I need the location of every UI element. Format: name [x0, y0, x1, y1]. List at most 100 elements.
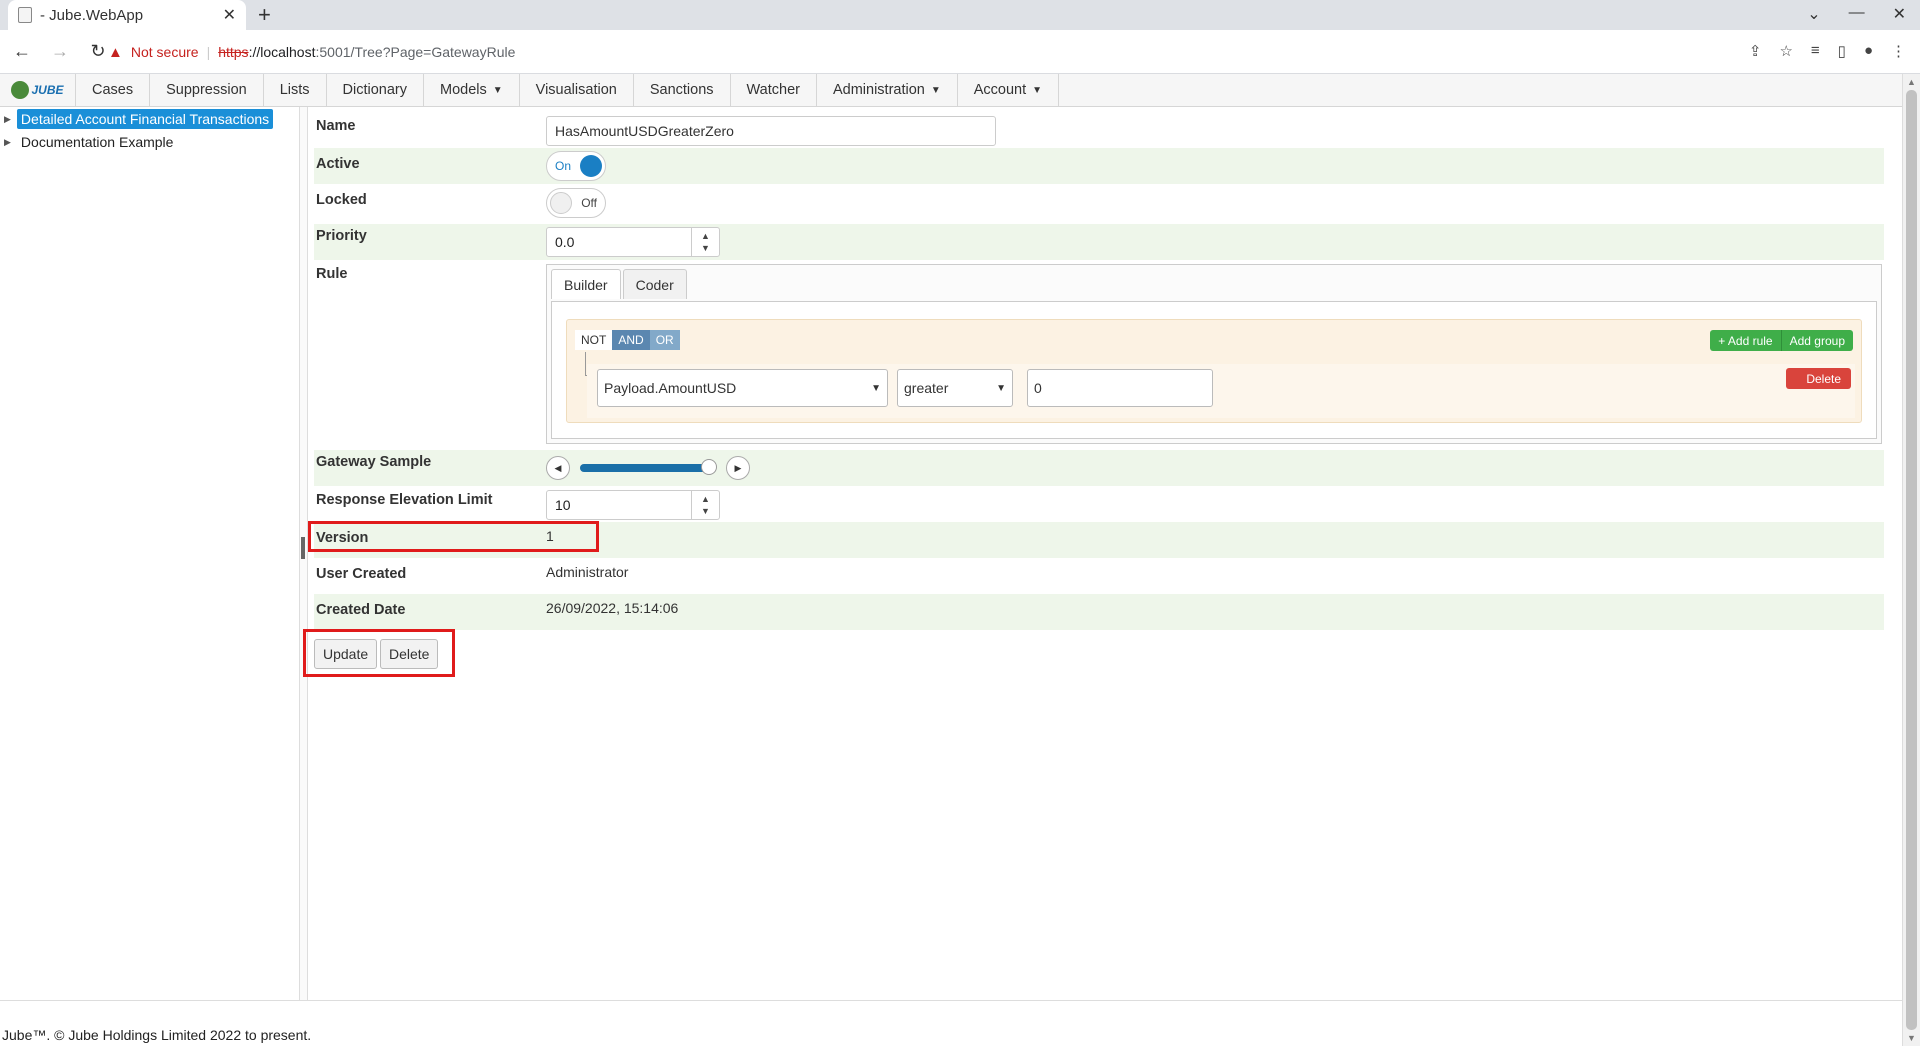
spin-down-icon: ▼ [701, 243, 710, 253]
priority-label: Priority [316, 228, 367, 244]
buttons-highlight-box [303, 629, 455, 677]
profile-icon[interactable]: ● [1864, 42, 1873, 60]
locked-label: Locked [316, 192, 367, 208]
footer-text: Jube™. © Jube Holdings Limited 2022 to p… [2, 1027, 312, 1043]
created-date-row: Created Date 26/09/2022, 15:14:06 [314, 594, 1884, 630]
response-limit-row: Response Elevation Limit 10 ▲ ▼ [314, 486, 1884, 522]
created-date-label: Created Date [316, 602, 406, 618]
dropdown-caret-icon: ▼ [1032, 84, 1043, 96]
entity-tree: ▶ Detailed Account Financial Transaction… [0, 107, 300, 1000]
gateway-sample-label: Gateway Sample [316, 454, 432, 470]
nav-cases[interactable]: Cases [76, 74, 151, 106]
close-window-icon[interactable]: ✕ [1893, 4, 1906, 24]
and-button[interactable]: AND [612, 330, 650, 350]
splitter-grip[interactable] [301, 537, 305, 559]
name-label: Name [316, 118, 356, 134]
rule-row: Rule Builder Coder NOT AND OR + Add rule… [314, 260, 1884, 446]
nav-administration[interactable]: Administration ▼ [817, 74, 958, 106]
active-toggle[interactable]: On [546, 151, 606, 181]
decrease-icon[interactable]: ◀ [546, 456, 570, 480]
chevron-down-icon: ▼ [996, 382, 1006, 394]
side-panel-icon[interactable]: ▯ [1838, 42, 1846, 60]
nav-models[interactable]: Models ▼ [424, 74, 520, 106]
slider-fill [580, 464, 710, 472]
nav-lists[interactable]: Lists [264, 74, 327, 106]
user-created-value: Administrator [546, 564, 629, 580]
tab-builder[interactable]: Builder [551, 269, 621, 299]
slider-thumb[interactable] [701, 459, 718, 475]
not-toggle[interactable]: NOT [575, 330, 613, 350]
warning-icon: ▲ [108, 43, 123, 61]
rule-value-input[interactable]: 0 [1027, 369, 1213, 407]
url-field[interactable]: ▲ Not secure | https ://localhost :5001/… [108, 35, 1788, 69]
name-row: Name HasAmountUSDGreaterZero [314, 110, 1884, 146]
page-icon [18, 7, 32, 23]
expand-arrow-icon[interactable]: ▶ [4, 114, 11, 125]
url-protocol: https [218, 44, 249, 60]
address-bar: ← → ↻ ▲ Not secure | https ://localhost … [0, 30, 1920, 74]
tab-search-icon[interactable]: ⌄ [1807, 4, 1820, 24]
browser-tab[interactable]: - Jube.WebApp ✕ [8, 0, 246, 30]
delete-rule-button[interactable]: Delete [1786, 368, 1851, 389]
expand-arrow-icon[interactable]: ▶ [4, 137, 11, 148]
nav-watcher[interactable]: Watcher [731, 74, 817, 106]
locked-row: Locked Off [314, 184, 1884, 220]
nav-dictionary[interactable]: Dictionary [327, 74, 425, 106]
menu-icon[interactable]: ⋮ [1891, 42, 1906, 60]
priority-stepper[interactable]: 0.0 ▲ ▼ [546, 227, 720, 257]
or-button[interactable]: OR [649, 330, 680, 350]
scroll-thumb[interactable] [1906, 90, 1917, 1030]
scroll-up-icon[interactable]: ▲ [1907, 77, 1916, 87]
vertical-scrollbar[interactable]: ▲ ▼ [1902, 74, 1920, 1046]
browser-tab-title: - Jube.WebApp [40, 6, 144, 24]
share-icon[interactable]: ⇪ [1749, 42, 1762, 60]
name-input[interactable]: HasAmountUSDGreaterZero [546, 116, 996, 146]
new-tab-icon[interactable]: + [258, 2, 271, 28]
nav-visualisation[interactable]: Visualisation [520, 74, 634, 106]
not-secure-label: Not secure [130, 44, 199, 60]
locked-toggle[interactable]: Off [546, 188, 606, 218]
add-group-button[interactable]: Add group [1781, 330, 1853, 351]
dropdown-caret-icon: ▼ [492, 84, 503, 96]
chevron-down-icon: ▼ [871, 382, 881, 394]
nav-account[interactable]: Account ▼ [958, 74, 1060, 106]
spin-up-icon: ▲ [701, 494, 710, 504]
url-path: :5001/Tree?Page=GatewayRule [315, 44, 516, 60]
jube-logo[interactable]: JUBE [0, 74, 76, 106]
reading-list-icon[interactable]: ≡ [1811, 42, 1820, 60]
back-icon[interactable]: ← [6, 41, 38, 62]
minimize-icon[interactable]: — [1849, 4, 1865, 24]
tree-item-documentation-example[interactable]: ▶ Documentation Example [4, 132, 177, 152]
rule-operator-select[interactable]: greater ▼ [897, 369, 1013, 407]
tree-item-detailed-account[interactable]: ▶ Detailed Account Financial Transaction… [4, 109, 274, 129]
panel-splitter[interactable] [300, 107, 308, 1000]
condition-selector: NOT AND OR [575, 330, 680, 350]
nav-sanctions[interactable]: Sanctions [634, 74, 731, 106]
rule-editor: Builder Coder NOT AND OR + Add rule Add … [546, 264, 1882, 444]
close-tab-icon[interactable]: ✕ [223, 5, 236, 25]
browser-tab-bar: - Jube.WebApp ✕ + ⌄ — ✕ [0, 0, 1920, 30]
created-date-value: 26/09/2022, 15:14:06 [546, 600, 679, 616]
rule-field-select[interactable]: Payload.AmountUSD ▼ [597, 369, 888, 407]
bookmark-star-icon[interactable]: ☆ [1779, 42, 1792, 60]
forward-icon[interactable]: → [44, 41, 76, 62]
increase-icon[interactable]: ▶ [726, 456, 750, 480]
response-limit-label: Response Elevation Limit [316, 492, 493, 508]
version-highlight-box [308, 521, 599, 552]
url-host: ://localhost [248, 44, 316, 60]
logo-icon [11, 81, 30, 99]
nav-suppression[interactable]: Suppression [150, 74, 264, 106]
gateway-sample-row: Gateway Sample ◀ ▶ [314, 450, 1884, 486]
response-limit-stepper[interactable]: 10 ▲ ▼ [546, 490, 720, 520]
add-rule-button[interactable]: + Add rule [1710, 330, 1782, 351]
query-builder: NOT AND OR + Add rule Add group Payload.… [551, 301, 1877, 439]
slider-track[interactable] [580, 459, 718, 475]
gateway-sample-slider[interactable]: ◀ ▶ [546, 456, 750, 480]
rule-label: Rule [316, 266, 348, 282]
scroll-down-icon[interactable]: ▼ [1907, 1033, 1916, 1043]
dropdown-caret-icon: ▼ [930, 84, 941, 96]
tab-coder[interactable]: Coder [622, 269, 687, 299]
spin-up-icon: ▲ [701, 231, 710, 241]
spin-down-icon: ▼ [701, 506, 710, 516]
priority-row: Priority 0.0 ▲ ▼ [314, 224, 1884, 260]
